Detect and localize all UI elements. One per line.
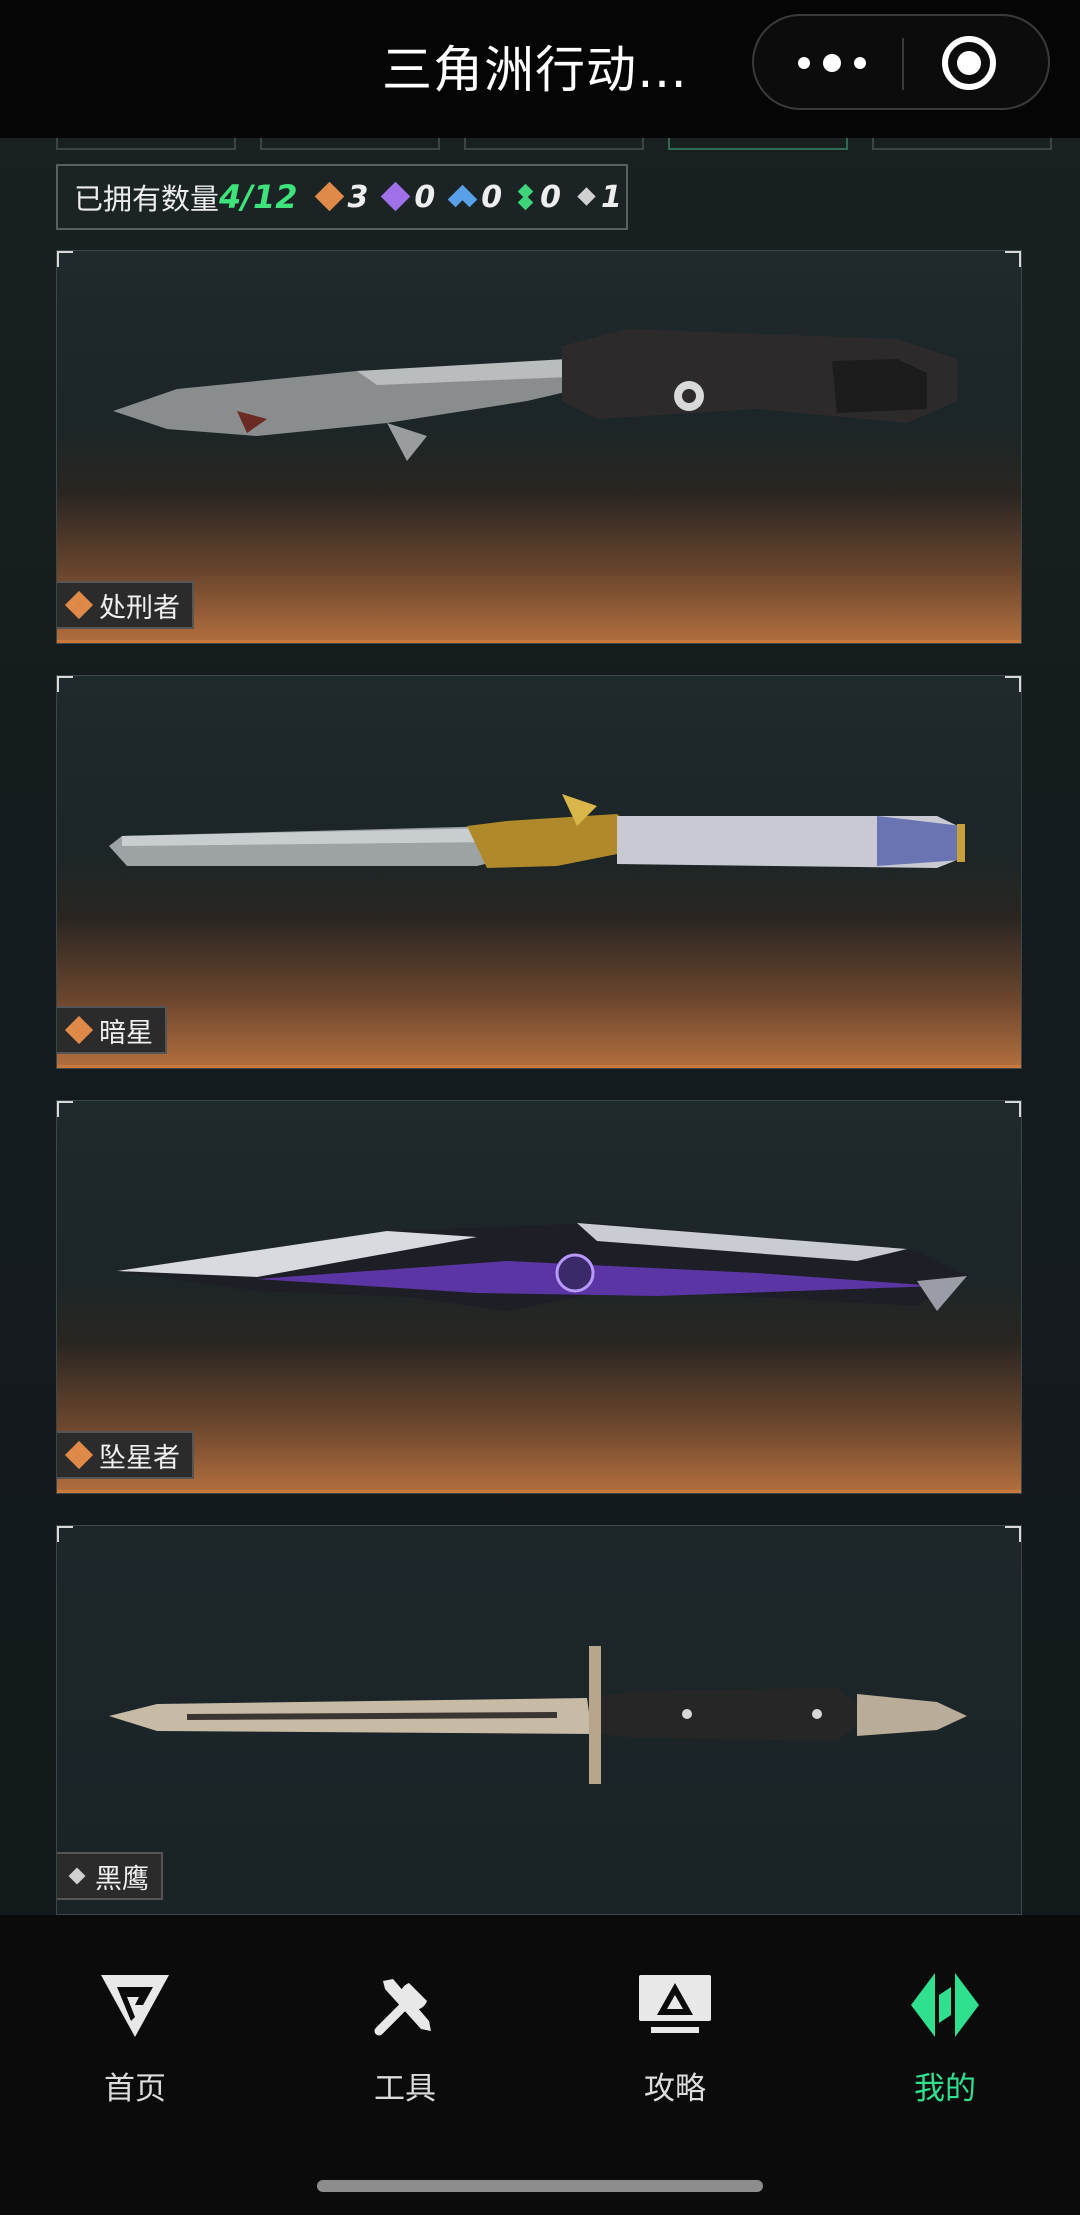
filter-tab-active[interactable] bbox=[668, 138, 848, 150]
nav-label: 首页 bbox=[104, 2071, 166, 2107]
green-gem-icon bbox=[516, 183, 536, 211]
rarity-count-value: 1 bbox=[601, 179, 622, 215]
filter-tab[interactable] bbox=[260, 138, 440, 150]
knife-image bbox=[109, 1646, 967, 1784]
blue-gem-icon bbox=[447, 183, 478, 211]
nav-item-guide[interactable]: 攻略 bbox=[585, 1965, 765, 2108]
orange-gem-icon bbox=[64, 590, 94, 620]
item-name: 暗星 bbox=[99, 1017, 153, 1049]
home-indicator bbox=[317, 2180, 763, 2192]
item-name-badge: 黑鹰 bbox=[57, 1852, 163, 1900]
owned-count-value: 4/12 bbox=[219, 178, 298, 216]
close-miniprogram-button[interactable] bbox=[942, 36, 996, 90]
owned-count-bar: 已拥有数量 4/12 3 0 0 0 1 bbox=[56, 164, 628, 230]
filter-tab[interactable] bbox=[464, 138, 644, 150]
guide-monitor-icon bbox=[639, 1975, 711, 2033]
rarity-count-value: 0 bbox=[540, 179, 561, 215]
more-options-button[interactable] bbox=[798, 48, 868, 78]
item-card[interactable]: 处刑者 bbox=[56, 250, 1022, 644]
rarity-count-value: 0 bbox=[481, 179, 503, 215]
nav-item-tools[interactable]: 工具 bbox=[315, 1965, 495, 2108]
item-name: 黑鹰 bbox=[95, 1863, 149, 1895]
item-name: 处刑者 bbox=[99, 592, 180, 624]
rarity-count-blue: 0 bbox=[447, 179, 503, 215]
orange-gem-icon bbox=[64, 1015, 94, 1045]
rarity-count-white: 1 bbox=[575, 180, 622, 215]
white-gem-icon bbox=[575, 183, 597, 211]
filter-tab[interactable] bbox=[56, 138, 236, 150]
orange-gem-icon bbox=[64, 1440, 94, 1470]
filter-tab-strip bbox=[0, 138, 1080, 152]
filter-tab[interactable] bbox=[872, 138, 1052, 150]
item-name: 坠星者 bbox=[99, 1442, 180, 1474]
home-logo-icon bbox=[101, 1975, 169, 2037]
knife-image bbox=[113, 329, 957, 461]
rarity-count-orange: 3 bbox=[314, 179, 369, 215]
knife-image bbox=[109, 794, 965, 868]
nav-label: 我的 bbox=[914, 2071, 976, 2107]
rarity-count-value: 0 bbox=[414, 179, 436, 215]
knife-image bbox=[117, 1223, 967, 1311]
nav-item-home[interactable]: 首页 bbox=[45, 1965, 225, 2108]
owned-count-label: 已拥有数量 bbox=[74, 182, 220, 216]
orange-gem-icon bbox=[314, 181, 344, 212]
bottom-nav: 首页 工具 攻略 我的 bbox=[0, 1915, 1080, 2215]
top-bar: 三角洲行动… bbox=[0, 0, 1080, 138]
nav-label: 攻略 bbox=[644, 2071, 706, 2107]
item-card[interactable]: 坠星者 bbox=[56, 1100, 1022, 1494]
miniprogram-capsule bbox=[752, 14, 1050, 110]
white-gem-icon bbox=[67, 1864, 87, 1888]
item-card[interactable]: 黑鹰 bbox=[56, 1525, 1022, 1915]
item-name-badge: 暗星 bbox=[57, 1006, 167, 1054]
item-name-badge: 处刑者 bbox=[57, 581, 194, 629]
item-card[interactable]: 暗星 bbox=[56, 675, 1022, 1069]
tools-icon bbox=[374, 1979, 431, 2036]
rarity-count-green: 0 bbox=[516, 180, 561, 215]
nav-label: 工具 bbox=[374, 2071, 436, 2107]
profile-logo-icon bbox=[911, 1973, 979, 2037]
nav-item-profile[interactable]: 我的 bbox=[855, 1965, 1035, 2108]
page-title: 三角洲行动… bbox=[382, 41, 688, 99]
rarity-count-purple: 0 bbox=[381, 179, 436, 215]
rarity-count-value: 3 bbox=[347, 179, 369, 215]
collection-content: 已拥有数量 4/12 3 0 0 0 1 处刑者 暗星 坠星者 黑鹰 bbox=[0, 138, 1080, 1915]
item-name-badge: 坠星者 bbox=[57, 1431, 194, 1479]
capsule-divider bbox=[902, 38, 904, 90]
purple-gem-icon bbox=[381, 181, 411, 212]
